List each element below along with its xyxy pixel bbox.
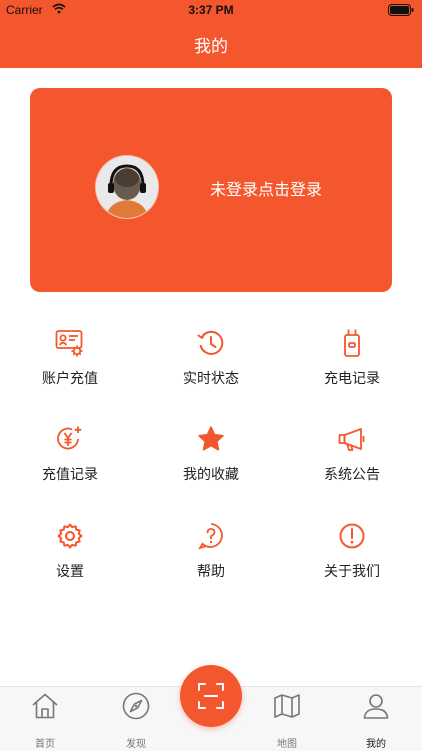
menu-item-settings[interactable]: 设置 — [0, 503, 140, 583]
login-prompt[interactable]: 未登录点击登录 — [210, 176, 322, 200]
star-icon — [196, 424, 226, 454]
map-icon — [272, 691, 302, 721]
tab-discover[interactable]: 发现 — [94, 687, 178, 751]
tab-label: 地图 — [277, 739, 297, 750]
avatar[interactable] — [96, 156, 158, 218]
tab-home[interactable]: 首页 — [3, 687, 87, 751]
nav-bar: 我的 — [0, 20, 422, 68]
info-exclamation-icon — [337, 521, 367, 551]
menu-item-account-recharge[interactable]: 账户充值 — [0, 310, 140, 390]
menu-item-my-favorites[interactable]: 我的收藏 — [141, 406, 281, 486]
tab-map[interactable]: 地图 — [245, 687, 329, 751]
user-icon — [361, 691, 391, 721]
compass-icon — [121, 691, 151, 721]
gear-icon — [55, 521, 85, 551]
menu-item-label: 账户充值 — [42, 371, 98, 387]
menu-item-label: 充电记录 — [324, 371, 380, 387]
tab-label: 发现 — [126, 739, 146, 750]
status-time: 3:37 PM — [188, 3, 234, 17]
tab-label: 首页 — [35, 739, 55, 750]
login-card[interactable]: 未登录点击登录 — [30, 88, 392, 292]
menu-item-label: 实时状态 — [183, 371, 239, 387]
home-icon — [30, 691, 60, 721]
history-clock-icon — [196, 328, 226, 358]
menu-item-label: 关于我们 — [324, 564, 380, 580]
scan-icon — [196, 681, 226, 711]
battery-icon — [388, 4, 414, 19]
menu-item-about-us[interactable]: 关于我们 — [282, 503, 422, 583]
help-question-icon — [196, 521, 226, 551]
menu-item-help[interactable]: 帮助 — [141, 503, 281, 583]
tab-mine[interactable]: 我的 — [334, 687, 418, 751]
menu-item-system-announcements[interactable]: 系统公告 — [282, 406, 422, 486]
tab-label: 我的 — [366, 739, 386, 750]
page-title: 我的 — [194, 36, 228, 57]
menu-item-realtime-status[interactable]: 实时状态 — [141, 310, 281, 390]
charger-plug-icon — [337, 328, 367, 358]
menu-item-recharge-records[interactable]: 充值记录 — [0, 406, 140, 486]
menu-item-label: 帮助 — [197, 564, 225, 580]
megaphone-icon — [337, 424, 367, 454]
menu-item-label: 充值记录 — [42, 467, 98, 483]
scan-button[interactable] — [180, 665, 242, 727]
status-bar: Carrier 3:37 PM — [0, 0, 422, 20]
menu-item-label: 设置 — [56, 564, 84, 580]
menu-item-label: 我的收藏 — [183, 467, 239, 483]
menu-item-charging-records[interactable]: 充电记录 — [282, 310, 422, 390]
menu-item-label: 系统公告 — [324, 467, 380, 483]
account-recharge-icon — [55, 328, 85, 358]
yuan-coin-icon — [55, 424, 85, 454]
